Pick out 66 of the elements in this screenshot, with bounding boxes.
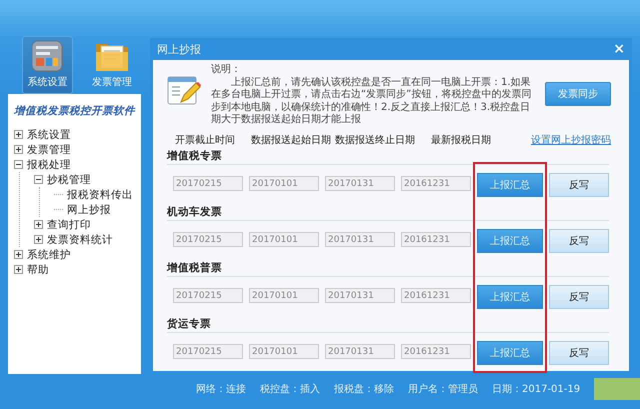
report-button[interactable]: 上报汇总 — [477, 284, 543, 308]
date-field[interactable]: 20170101 — [249, 176, 319, 191]
section-title: 机动车发票 — [167, 204, 222, 218]
date-field[interactable]: 20170131 — [325, 232, 395, 247]
section-title: 增值税普票 — [167, 260, 222, 274]
tree-item[interactable]: 抄税管理 — [47, 172, 91, 186]
expand-icon[interactable] — [14, 130, 23, 139]
expand-icon[interactable] — [14, 145, 23, 154]
status-item: 报税盘：移除 — [334, 382, 394, 396]
date-field[interactable]: 20170215 — [173, 232, 243, 247]
date-field[interactable]: 20170131 — [325, 344, 395, 359]
toolbar-button[interactable]: 系统设置 — [22, 36, 72, 94]
tree-item[interactable]: 发票资料统计 — [47, 232, 113, 246]
notice-text: 说明： 上报汇总前，请先确认该税控盘是否一直在同一电脑上开票：1.如果在多台电脑上开过票，请点击右边“发票同步”按钮，将税控盘中的发票同步到本地电脑，以确保统计的准确性！2.反之直接上报汇总！3.税控盘日期大于数据报送起始日期才能上报 — [211, 64, 532, 126]
sync-button[interactable]: 发票同步 — [545, 82, 611, 106]
status-item: 用户名：管理员 — [408, 382, 478, 396]
writeback-button[interactable]: 反写 — [549, 228, 609, 252]
collapse-icon[interactable] — [34, 175, 43, 184]
tree-item[interactable]: 网上抄报 — [67, 202, 111, 216]
date-field[interactable]: 20170131 — [325, 288, 395, 303]
column-header: 数据报送起始日期 — [251, 134, 331, 146]
report-button[interactable]: 上报汇总 — [477, 340, 543, 364]
settings-icon — [31, 40, 64, 72]
collapse-icon[interactable] — [14, 160, 23, 169]
date-field[interactable]: 20170215 — [173, 176, 243, 191]
section-title: 增值税专票 — [167, 148, 222, 162]
date-field[interactable]: 20170131 — [325, 176, 395, 191]
password-link[interactable]: 设置网上抄报密码 — [531, 132, 611, 146]
date-field[interactable]: 20161231 — [401, 176, 471, 191]
expand-icon[interactable] — [34, 235, 43, 244]
column-header: 数据报送终止日期 — [335, 134, 415, 146]
date-field[interactable]: 20161231 — [401, 232, 471, 247]
tree-item[interactable]: 报税处理 — [27, 158, 71, 172]
tree-item[interactable]: 系统维护 — [27, 248, 71, 262]
expand-icon[interactable] — [14, 250, 23, 259]
section-title: 货运专票 — [167, 316, 211, 330]
notepad-pencil-icon — [167, 76, 201, 106]
status-corner — [594, 378, 640, 400]
date-field[interactable]: 20161231 — [401, 344, 471, 359]
toolbar-button[interactable]: 发票管理 — [86, 36, 137, 94]
report-button[interactable]: 上报汇总 — [477, 228, 543, 252]
writeback-button[interactable]: 反写 — [549, 172, 609, 196]
expand-icon[interactable] — [14, 265, 23, 274]
status-item: 网络：连接 — [196, 382, 246, 396]
tree-item[interactable]: 帮助 — [27, 262, 49, 276]
status-item: 日期：2017-01-19 — [492, 382, 580, 396]
date-field[interactable]: 20170101 — [249, 288, 319, 303]
date-field[interactable]: 20161231 — [401, 288, 471, 303]
tree-item[interactable]: 报税资料传出 — [67, 188, 133, 202]
date-field[interactable]: 20170101 — [249, 232, 319, 247]
writeback-button[interactable]: 反写 — [549, 284, 609, 308]
tree-item[interactable]: 查询打印 — [47, 218, 91, 232]
column-header: 最新报税日期 — [431, 134, 491, 146]
tree-item[interactable]: 系统设置 — [27, 128, 71, 142]
report-button[interactable]: 上报汇总 — [477, 172, 543, 196]
window-title: 网上抄报 — [157, 42, 201, 56]
close-button[interactable]: × — [611, 41, 627, 57]
date-field[interactable]: 20170101 — [249, 344, 319, 359]
date-field[interactable]: 20170215 — [173, 344, 243, 359]
app-title: 增值税发票税控开票软件 — [14, 104, 136, 119]
expand-icon[interactable] — [34, 220, 43, 229]
status-item: 税控盘：插入 — [260, 382, 320, 396]
writeback-button[interactable]: 反写 — [549, 340, 609, 364]
column-header: 开票截止时间 — [175, 134, 235, 146]
tree-item[interactable]: 发票管理 — [27, 142, 71, 156]
date-field[interactable]: 20170215 — [173, 288, 243, 303]
